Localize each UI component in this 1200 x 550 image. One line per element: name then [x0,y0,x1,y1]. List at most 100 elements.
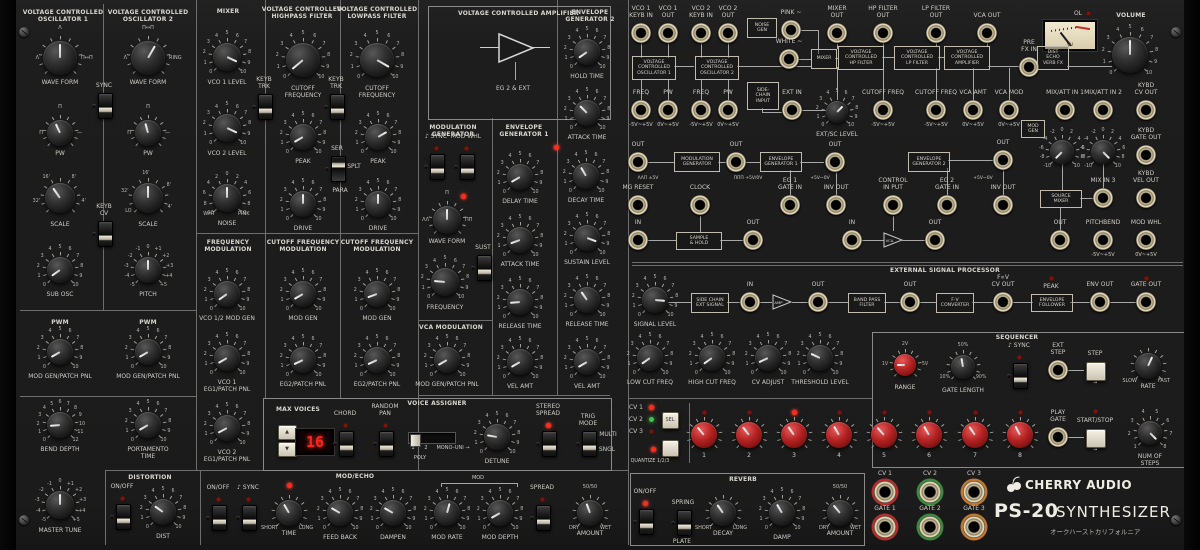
mg-out2-jack[interactable] [726,152,746,172]
kybd-cv-out-jack[interactable] [1136,100,1156,120]
cv3-jack[interactable] [963,481,985,503]
sel-button[interactable]: SEL [661,411,679,429]
esp-in-jack[interactable] [740,292,760,312]
kybd-vel-out-jack[interactable] [1136,188,1156,208]
max-voices-display[interactable]: 16 [296,429,334,455]
max-voices-down-button[interactable]: ▼ [277,441,297,457]
vca-patch-out-jack[interactable] [925,230,945,250]
sh-out-jack[interactable] [743,230,763,250]
keyb-cv-switch[interactable] [91,221,113,247]
eg1-inv-out-jack[interactable] [826,195,846,215]
play-gate-jack-label: PLAY [1050,409,1066,416]
mg-reset-jack[interactable] [628,195,648,215]
random-pan-switch[interactable] [372,431,394,457]
ser-splt-para-switch-label: SER [331,145,343,152]
white-noise-jack[interactable] [779,49,799,69]
mixer-out-jack[interactable] [827,23,847,43]
mg-sync-switch-led [433,145,439,151]
max-voices-up-button[interactable]: ▲ [277,424,297,440]
quantize-led [650,446,656,452]
vco2-freq-jack[interactable] [691,100,711,120]
eg2-out-jack[interactable] [993,150,1013,170]
ext-step-jack[interactable] [1048,360,1068,380]
start-stop-button[interactable] [1086,428,1106,448]
lp-filter-title: VOLTAGE CONTROLLED LOWPASS FILTER [336,6,418,20]
mg-mod-whl-switch[interactable] [453,154,475,180]
esp-amp-symbol: AMP [772,294,793,310]
eg2-inv-out-jack[interactable] [993,195,1013,215]
eg2-gate-in-jack[interactable] [937,195,957,215]
volume-knob[interactable]: 0 1 2 3 4 5 6 7 8 9 10 [1094,19,1166,91]
eg1-gate-in-jack[interactable] [780,195,800,215]
cv2-jack[interactable] [919,481,941,503]
mix-in3-jack[interactable] [1093,188,1113,208]
vca-patch-out-jack-label: OUT [928,219,942,226]
mod-echo-sync-switch-led [245,496,251,502]
mg-out-jack[interactable] [628,152,648,172]
divider [20,310,196,311]
clock-jack[interactable] [690,195,710,215]
lp-keyb-trk-switch[interactable] [323,94,345,120]
pre-fx-in-jack[interactable] [1019,57,1039,77]
dist-knob-label: DIST [156,533,170,540]
kybd-gate-out-jack[interactable] [1136,145,1156,165]
vca-mod-jack[interactable] [999,100,1019,120]
step-button[interactable] [1086,361,1106,381]
distortion-onoff-switch[interactable] [109,504,131,530]
mix-att-in1-jack[interactable] [1055,100,1075,120]
hp-keyb-trk-switch[interactable] [251,94,273,120]
mix-att-in2-jack[interactable] [1093,100,1113,120]
vco1-out-jack[interactable] [658,23,678,43]
esp-gate-out-jack[interactable] [1136,292,1156,312]
osc-sync-switch[interactable] [91,93,113,119]
gate2-jack[interactable] [919,516,941,538]
eg1-out-jack[interactable] [825,152,845,172]
gate3-jack[interactable] [963,516,985,538]
vco1-pw-jack[interactable] [658,100,678,120]
eg2-sustain-knob-label: SUSTAIN LEVEL [564,259,610,266]
env-out-jack[interactable] [1090,292,1110,312]
mg-sync-switch[interactable] [423,154,445,180]
spread-switch[interactable] [529,505,551,531]
wire [1013,302,1033,303]
control-input-jack[interactable] [883,195,903,215]
fv-cv-out-jack[interactable] [993,292,1013,312]
fx-flow-box: DIST ECHO VERB FX [1037,46,1069,70]
pink-noise-jack[interactable] [781,20,801,40]
mod-whl-jack[interactable] [1136,230,1156,250]
gate1-jack[interactable] [874,516,896,538]
keyb-cv-switch-label: CV [99,210,109,217]
mod-echo-onoff-switch[interactable] [205,505,227,531]
play-gate-jack[interactable] [1048,427,1068,447]
wire [862,240,884,241]
quantize-button[interactable] [661,439,679,457]
reverb-onoff-switch[interactable] [632,509,654,535]
seq-sync-switch[interactable] [1006,363,1028,389]
vca-amt-jack[interactable] [963,100,983,120]
vco1-keyb-in-jack[interactable] [631,23,651,43]
pitchbend-jack[interactable] [1093,230,1113,250]
eg1-out-jack-label: OUT [828,141,842,148]
sh-in-jack[interactable] [628,230,648,250]
esp-bp-out-jack[interactable] [900,292,920,312]
esp-out-jack[interactable] [808,292,828,312]
cv1-jack[interactable] [874,481,896,503]
wire [648,240,676,241]
mg-frequency-knob-label: FREQUENCY [426,304,464,311]
vca-in-jack[interactable] [842,230,862,250]
lp-cutoff-freq-jack[interactable] [926,100,946,120]
voices-slider[interactable] [408,432,456,447]
distortion-onoff-switch-led [119,495,125,501]
band-pass-box: BAND PASS FILTER [848,293,886,313]
vco2-keyb-in-jack[interactable] [691,23,711,43]
mod-echo-sync-switch[interactable] [235,505,257,531]
hp-filter-out-jack[interactable] [873,23,893,43]
ext-in-jack[interactable] [782,100,802,120]
chord-switch[interactable] [332,431,354,457]
source-out-jack[interactable] [1050,230,1070,250]
hp-cutoff-freq-jack[interactable] [873,100,893,120]
vco1-freq-jack[interactable] [631,100,651,120]
synth-window: VOLTAGE CONTROLLED OSCILLATOR 1 VOLTAGE CO… [0,0,1200,550]
lp-filter-out-jack[interactable] [926,23,946,43]
vco2-pw-jack[interactable] [718,100,738,120]
